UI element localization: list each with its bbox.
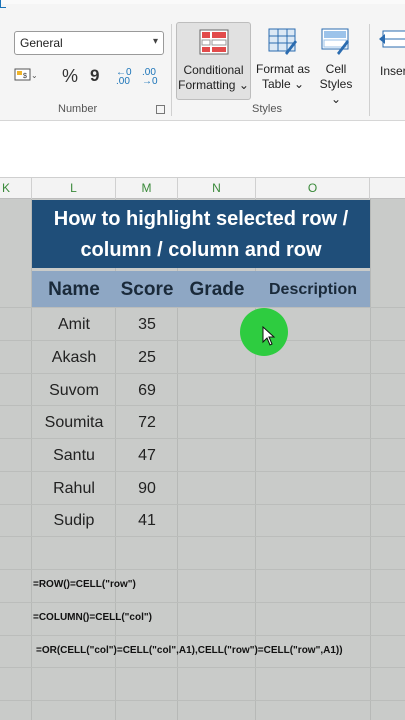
styles-group-label: Styles [252,103,282,115]
cell-name[interactable]: Rahul [32,473,116,505]
accounting-format-icon[interactable]: $ ⌄ [14,66,38,89]
group-divider [369,24,370,116]
header-name[interactable]: Name [32,271,116,307]
decrease-decimal-button[interactable]: .00 →0 [142,68,164,87]
formula-row-text[interactable]: =ROW()=CELL("row") [33,579,136,590]
excel-window: General ▾ $ ⌄ % 9 ←0 .00 .00 →0 Number C… [0,0,405,720]
number-group: General ▾ $ ⌄ % 9 ←0 .00 .00 →0 Number [4,22,169,118]
grid-line [0,602,405,603]
column-header-k[interactable]: K [0,178,32,199]
chevron-down-icon: ▾ [152,36,158,47]
header-score[interactable]: Score [116,271,178,307]
column-header-m[interactable]: M [116,178,178,199]
grid-line [0,700,405,701]
cell-name[interactable]: Suvom [32,375,116,407]
ribbon: General ▾ $ ⌄ % 9 ←0 .00 .00 →0 Number C… [0,0,405,121]
column-headers: K L M N O [0,178,405,199]
conditional-formatting-button[interactable]: Conditional Formatting ⌄ [176,22,251,100]
header-description[interactable]: Description [256,271,370,307]
formula-or-text[interactable]: =OR(CELL("col")=CELL("col",A1),CELL("row… [36,645,343,656]
formula-column-text[interactable]: =COLUMN()=CELL("col") [33,612,152,623]
mouse-pointer-icon [262,326,276,346]
cell-score[interactable]: 90 [116,473,178,505]
cell-name[interactable]: Soumita [32,407,116,439]
cell-score[interactable]: 72 [116,407,178,439]
cell-score[interactable]: 41 [116,505,178,537]
formula-bar-area[interactable] [0,121,405,178]
title-line-1: How to highlight selected row / [53,208,349,230]
number-format-dropdown[interactable]: General ▾ [14,31,164,55]
number-group-label: Number [58,103,98,115]
chevron-down-icon: ⌄ [330,92,342,106]
comma-style-button[interactable]: 9 [90,66,99,86]
insert-label: Inser [380,64,405,78]
conditional-formatting-label-1: Conditional [183,63,244,77]
ribbon-top-edge [0,0,405,4]
cell-score[interactable]: 47 [116,440,178,472]
number-tools: $ ⌄ % 9 ←0 .00 .00 →0 [14,66,169,88]
cell-name[interactable]: Santu [32,440,116,472]
insert-cells-icon [379,28,405,56]
cell-name[interactable]: Akash [32,342,116,374]
cell-score[interactable]: 69 [116,375,178,407]
column-header-o[interactable]: O [256,178,370,199]
conditional-formatting-icon [199,29,229,59]
cell-styles-label-2: Styles [319,77,353,91]
format-as-table-button[interactable]: Format as Table ⌄ [253,22,313,100]
cell-styles-label-1: Cell [325,62,347,76]
title-line-2: column / column and row [80,239,322,261]
grid-line [0,307,405,308]
number-dialog-launcher-icon[interactable] [156,105,165,114]
insert-button[interactable]: Inser [376,22,405,100]
grid-line [370,199,371,720]
column-header-l[interactable]: L [32,178,116,199]
grid-line [0,667,405,668]
column-header-n[interactable]: N [178,178,256,199]
group-divider [171,24,172,116]
table-header-row: Name Score Grade Description [32,271,370,307]
format-as-table-label-2: Table [261,77,291,91]
cell-styles-icon [321,28,351,60]
sheet-title[interactable]: How to highlight selected row / column /… [32,200,370,268]
number-format-value: General [20,36,63,50]
cell-name[interactable]: Amit [32,309,116,341]
header-grade[interactable]: Grade [178,271,256,307]
conditional-formatting-label-2: Formatting [178,78,236,92]
svg-text:⌄: ⌄ [31,71,36,80]
format-as-table-icon [268,28,298,60]
cell-score[interactable]: 35 [116,309,178,341]
window-edge-mark [0,0,6,8]
percent-style-button[interactable]: % [62,66,78,87]
grid-line [0,635,405,636]
format-as-table-label-1: Format as [255,62,310,76]
cell-styles-button[interactable]: Cell Styles ⌄ [314,22,358,106]
cell-score[interactable]: 25 [116,342,178,374]
grid-line [0,569,405,570]
cell-name[interactable]: Sudip [32,505,116,537]
chevron-down-icon: ⌄ [238,78,249,92]
svg-text:$: $ [23,73,27,80]
chevron-down-icon: ⌄ [293,77,305,91]
increase-decimal-button[interactable]: ←0 .00 [116,68,138,87]
